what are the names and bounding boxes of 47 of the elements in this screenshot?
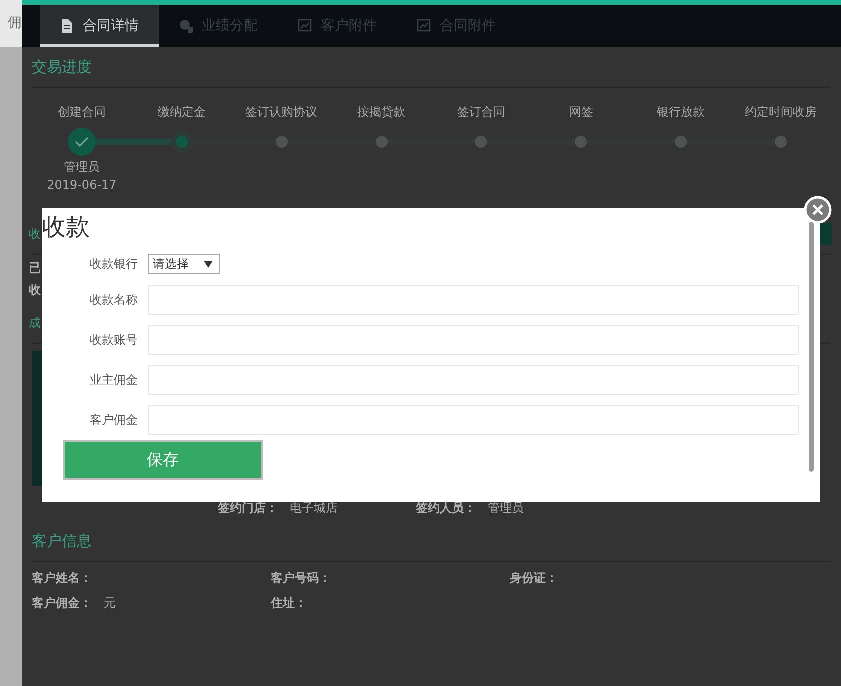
field-label: 收款名称	[89, 292, 138, 308]
step-operator: 管理员	[64, 159, 100, 176]
field-label: 业主佣金	[89, 372, 138, 388]
field-label: 客户佣金	[89, 412, 138, 428]
field-label: 签约人员：	[416, 500, 476, 517]
step-label: 按揭贷款	[358, 104, 406, 121]
tab[interactable]: 合同详情	[40, 5, 159, 47]
section-title: 交易进度	[32, 58, 92, 76]
document-icon	[60, 18, 75, 34]
field-label: 住址：	[271, 595, 307, 612]
step-label: 创建合同	[58, 104, 106, 121]
field-label: 收款账号	[89, 332, 138, 348]
step-label: 网签	[569, 104, 594, 121]
input-field[interactable]	[148, 405, 799, 435]
section-title: 收	[29, 226, 41, 242]
field-label: 身份证：	[510, 570, 558, 587]
step-label: 约定时间收房	[745, 104, 818, 121]
input-field[interactable]	[148, 325, 799, 355]
step-label: 缴纳定金	[158, 104, 206, 121]
scrollbar[interactable]	[809, 222, 814, 472]
field-value: 电子城店	[290, 500, 338, 517]
step-date: 2019-06-17	[47, 178, 117, 192]
step-label: 签订认购协议	[246, 104, 318, 121]
field-label: 签约门店：	[218, 500, 278, 517]
caret-icon	[204, 260, 213, 268]
field-label: 收款银行	[89, 256, 138, 272]
section-title: 成	[29, 314, 41, 332]
field-value: 元	[104, 595, 116, 612]
bank-dropdown[interactable]: 请选择	[148, 254, 220, 274]
section-title: 客户信息	[32, 532, 92, 550]
input-field[interactable]	[148, 365, 799, 395]
step-label: 银行放款	[657, 104, 706, 121]
dialog-title: 收款	[42, 212, 91, 243]
image-icon	[417, 18, 432, 34]
save-button[interactable]: 保存	[63, 440, 263, 480]
field-label: 客户姓名：	[32, 570, 92, 587]
image-icon	[298, 18, 313, 34]
close-icon[interactable]	[804, 196, 832, 224]
field-label: 客户佣金：	[32, 595, 92, 612]
chart-icon	[179, 18, 194, 34]
input-field[interactable]	[148, 285, 799, 315]
field-label: 客户号码：	[271, 570, 331, 587]
field-value: 管理员	[488, 500, 524, 517]
field-label: 收	[29, 282, 41, 299]
step-label: 签订合同	[457, 104, 506, 121]
tab[interactable]: 佣	[0, 0, 22, 47]
field-label: 已	[29, 260, 41, 277]
